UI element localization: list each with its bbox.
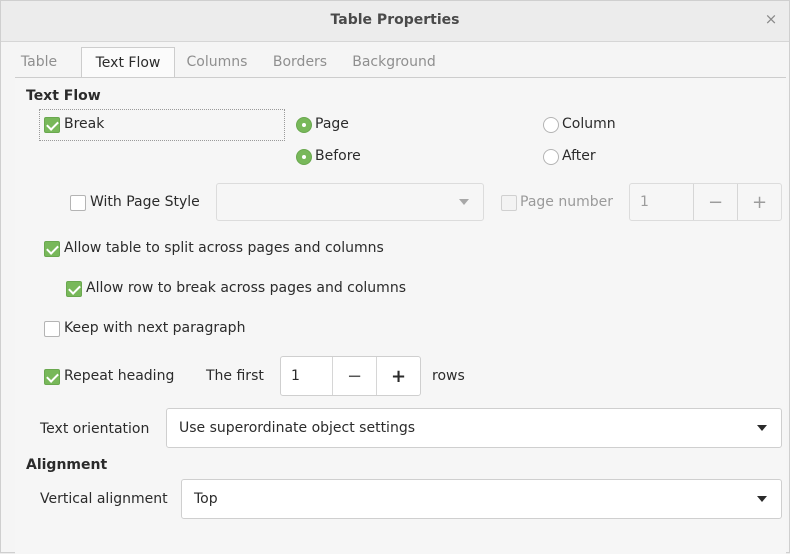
allow-row-break-label: Allow row to break across pages and colu… — [86, 280, 406, 296]
text-flow-heading: Text Flow — [26, 88, 101, 104]
repeat-rows-value[interactable]: 1 — [281, 357, 332, 395]
page-number-value[interactable]: 1 — [630, 184, 693, 220]
vertical-alignment-label: Vertical alignment — [40, 491, 168, 507]
text-orientation-combo[interactable]: Use superordinate object settings — [166, 408, 782, 448]
page-number-stepper[interactable]: 1 − + — [629, 183, 782, 221]
tab-text-flow[interactable]: Text Flow — [81, 47, 175, 78]
break-checkbox[interactable] — [44, 117, 60, 133]
vertical-alignment-value: Top — [194, 491, 218, 507]
page-radio[interactable] — [296, 117, 312, 133]
column-radio-label: Column — [562, 116, 616, 132]
keep-with-next-checkbox[interactable] — [44, 321, 60, 337]
tab-table[interactable]: Table — [15, 49, 63, 75]
page-number-increment-button[interactable]: + — [737, 184, 781, 220]
table-properties-dialog: Table Properties × Table Text Flow Colum… — [0, 0, 790, 554]
break-label: Break — [64, 116, 105, 132]
page-style-combo[interactable] — [216, 183, 484, 221]
repeat-rows-stepper[interactable]: 1 − + — [280, 356, 421, 396]
the-first-label: The first — [206, 368, 264, 384]
with-page-style-checkbox[interactable] — [70, 195, 86, 211]
after-radio[interactable] — [543, 149, 559, 165]
text-orientation-label: Text orientation — [40, 421, 150, 437]
chevron-down-icon — [757, 425, 767, 431]
tab-borders[interactable]: Borders — [265, 49, 335, 75]
page-radio-label: Page — [315, 116, 349, 132]
tab-columns[interactable]: Columns — [179, 49, 255, 75]
after-radio-label: After — [562, 148, 596, 164]
rows-label: rows — [432, 368, 465, 384]
dialog-title: Table Properties — [330, 12, 460, 28]
tab-bar: Table Text Flow Columns Borders Backgrou… — [15, 47, 789, 78]
page-number-label: Page number — [520, 194, 613, 210]
keep-with-next-label: Keep with next paragraph — [64, 320, 246, 336]
tab-background[interactable]: Background — [345, 49, 443, 75]
vertical-alignment-combo[interactable]: Top — [181, 479, 782, 519]
page-number-decrement-button[interactable]: − — [693, 184, 737, 220]
before-radio[interactable] — [296, 149, 312, 165]
before-radio-label: Before — [315, 148, 361, 164]
close-icon[interactable]: × — [763, 11, 779, 27]
repeat-rows-increment-button[interactable]: + — [376, 357, 420, 395]
text-orientation-value: Use superordinate object settings — [179, 420, 415, 436]
alignment-heading: Alignment — [26, 457, 108, 473]
chevron-down-icon — [757, 496, 767, 502]
with-page-style-label: With Page Style — [90, 194, 200, 210]
repeat-heading-checkbox[interactable] — [44, 369, 60, 385]
repeat-heading-label: Repeat heading — [64, 368, 175, 384]
repeat-rows-decrement-button[interactable]: − — [332, 357, 376, 395]
allow-split-label: Allow table to split across pages and co… — [64, 240, 384, 256]
chevron-down-icon — [459, 199, 469, 205]
page-number-checkbox[interactable] — [501, 195, 517, 211]
allow-row-break-checkbox[interactable] — [66, 281, 82, 297]
allow-split-checkbox[interactable] — [44, 241, 60, 257]
column-radio[interactable] — [543, 117, 559, 133]
title-bar[interactable]: Table Properties × — [1, 1, 789, 42]
